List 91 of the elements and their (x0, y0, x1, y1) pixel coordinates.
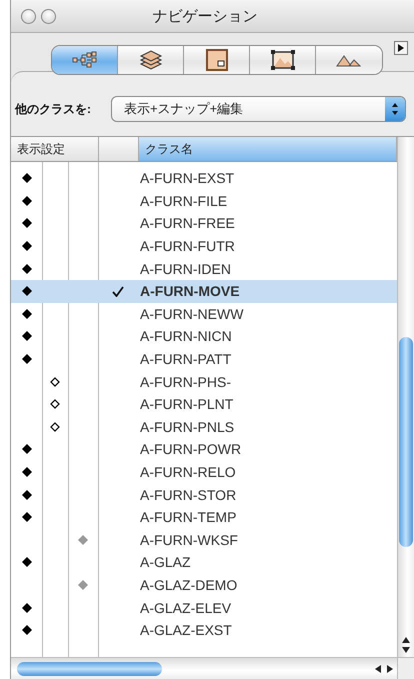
tab[interactable] (184, 46, 250, 74)
table-row[interactable]: A-FURN-RELO (11, 460, 397, 484)
visible-diamond-icon[interactable] (22, 444, 32, 454)
table-row[interactable]: A-GLAZ-ELEV (11, 596, 397, 619)
table-row[interactable]: A-FURN-FREE (11, 212, 397, 235)
class-name: A-GLAZ (139, 554, 191, 570)
vertical-scrollbar[interactable] (397, 137, 414, 657)
visible-diamond-icon[interactable] (22, 512, 32, 522)
class-name: A-FURN-FILE (139, 192, 228, 209)
hidden-diamond-icon[interactable] (50, 376, 60, 387)
visible-diamond-icon[interactable] (22, 557, 32, 568)
more-button[interactable] (394, 41, 408, 55)
visible-diamond-icon[interactable] (22, 602, 32, 613)
class-name: A-FURN-WKSF (139, 532, 238, 548)
visible-diamond-icon[interactable] (22, 490, 32, 500)
tab[interactable] (316, 46, 382, 74)
visible-diamond-icon[interactable] (22, 241, 32, 252)
table-row[interactable]: A-FURN-NICN (11, 325, 397, 348)
hidden-diamond-icon[interactable] (50, 399, 60, 410)
class-name: A-FURN-EXST (139, 170, 234, 186)
visible-diamond-icon[interactable] (22, 286, 32, 296)
window-title: ナビゲーション (152, 6, 258, 26)
class-name: A-FURN-NICN (139, 328, 232, 344)
class-name: A-FURN-PLNT (139, 396, 234, 412)
grayed-diamond-icon[interactable] (78, 534, 88, 545)
class-name: A-FURN-IDEN (139, 260, 231, 277)
table-row[interactable]: A-GLAZ (11, 551, 397, 574)
table-row[interactable]: A-FURN-POWR (11, 438, 397, 461)
scroll-right-icon[interactable] (387, 664, 393, 672)
table-row[interactable]: A-FURN-FUTR (11, 234, 397, 258)
table-row[interactable]: A-FURN-EXST (11, 167, 397, 190)
tab[interactable] (118, 46, 184, 74)
scroll-thumb[interactable] (399, 337, 413, 547)
visible-diamond-icon[interactable] (22, 354, 32, 364)
class-name: A-FURN-POWR (139, 441, 242, 458)
column-header[interactable]: クラス名 (139, 137, 397, 161)
scroll-left-icon[interactable] (375, 664, 381, 672)
table-row[interactable]: A-FURN-PATT (11, 348, 397, 370)
triangle-right-icon (398, 44, 404, 52)
class-name: A-FURN-RELO (139, 464, 236, 480)
scroll-thumb[interactable] (17, 662, 162, 676)
table-row[interactable]: A-FURN-PNLS (11, 416, 397, 438)
tab[interactable] (250, 46, 316, 74)
hierarchy-icon (72, 51, 98, 69)
class-name: A-FURN-TEMP (139, 509, 236, 526)
class-name: A-FURN-STOR (139, 486, 236, 503)
class-name: A-FURN-PHS- (139, 374, 231, 390)
table-row[interactable]: A-GLAZ-EXST (11, 618, 397, 642)
class-name: A-FURN-FREE (139, 215, 235, 232)
horizontal-scrollbar[interactable] (11, 657, 397, 679)
table-row[interactable]: A-FURN-FILE (11, 190, 397, 212)
visible-diamond-icon[interactable] (22, 173, 32, 184)
table-row[interactable]: A-FURN-NEWW (11, 302, 397, 326)
grayed-diamond-icon[interactable] (78, 580, 88, 590)
layers-icon (138, 49, 164, 71)
table-row[interactable]: A-FURN-PLNT (11, 392, 397, 416)
viewport-icon (270, 49, 296, 71)
stepper-icon (385, 97, 405, 121)
class-name: A-FURN-PATT (139, 351, 232, 368)
hidden-diamond-icon[interactable] (50, 422, 60, 432)
class-name: A-FURN-MOVE (139, 283, 240, 300)
class-name: A-FURN-PNLS (139, 418, 234, 435)
visible-diamond-icon[interactable] (22, 467, 32, 478)
table-row[interactable]: A-FURN-IDEN (11, 257, 397, 280)
visible-diamond-icon[interactable] (22, 218, 32, 228)
minimize-button[interactable] (41, 8, 56, 24)
column-header[interactable]: 表示設定 (11, 137, 99, 161)
resize-grip[interactable] (397, 657, 414, 679)
scroll-down-icon[interactable] (402, 647, 410, 653)
class-name: A-FURN-NEWW (139, 306, 244, 322)
class-name: A-GLAZ-DEMO (139, 576, 238, 593)
class-name: A-GLAZ-EXST (139, 622, 232, 638)
class-name: A-GLAZ-ELEV (139, 600, 232, 616)
filter-dropdown[interactable]: 表示+スナップ+編集 (111, 96, 406, 122)
table-row[interactable]: A-FURN-STOR (11, 483, 397, 506)
terrain-icon (336, 53, 362, 67)
sheet-icon (206, 49, 228, 71)
table-row[interactable]: A-GLAZ-DEMO (11, 574, 397, 596)
visible-diamond-icon[interactable] (22, 331, 32, 342)
class-name: A-FURN-FUTR (139, 238, 235, 254)
table-row[interactable]: A-FURN-TEMP (11, 506, 397, 528)
close-button[interactable] (21, 8, 36, 24)
scroll-up-icon[interactable] (402, 637, 410, 643)
visible-diamond-icon[interactable] (22, 196, 32, 206)
filter-label: 他のクラスを: (15, 100, 91, 118)
visible-diamond-icon[interactable] (22, 625, 32, 636)
visible-diamond-icon[interactable] (22, 264, 32, 274)
visible-diamond-icon[interactable] (22, 308, 32, 319)
table-row[interactable]: A-FURN-WKSF (11, 528, 397, 552)
selected-row[interactable]: A-FURN-MOVE (11, 280, 397, 303)
table-row[interactable]: A-FURN-PHS- (11, 370, 397, 393)
